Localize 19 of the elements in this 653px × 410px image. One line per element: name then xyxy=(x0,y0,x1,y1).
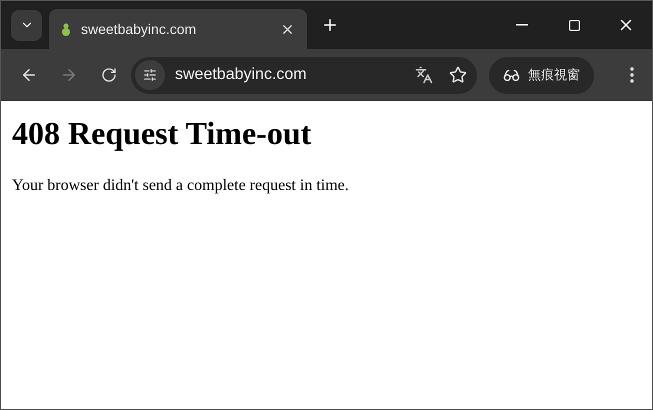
sliders-icon xyxy=(143,68,157,82)
site-info-button[interactable] xyxy=(135,60,165,90)
page-heading: 408 Request Time-out xyxy=(12,114,312,153)
tab-title: sweetbabyinc.com xyxy=(81,20,198,39)
plus-icon xyxy=(321,16,339,34)
error-message: Your browser didn't send a complete request in time. xyxy=(12,176,350,196)
menu-icon xyxy=(630,67,634,83)
incognito-chip[interactable]: 無痕視窗 xyxy=(489,56,594,94)
star-icon xyxy=(449,66,467,84)
incognito-label: 無痕視窗 xyxy=(528,66,580,84)
reload-icon xyxy=(101,67,117,83)
url-text: sweetbabyinc.com xyxy=(175,65,308,85)
browser-tab[interactable]: sweetbabyinc.com xyxy=(49,9,307,49)
arrow-right-icon xyxy=(60,66,78,84)
address-bar[interactable]: sweetbabyinc.com xyxy=(131,56,477,94)
minimize-icon xyxy=(516,24,528,26)
favicon-icon xyxy=(61,22,71,36)
maximize-icon xyxy=(568,18,580,32)
translate-icon xyxy=(415,66,433,84)
